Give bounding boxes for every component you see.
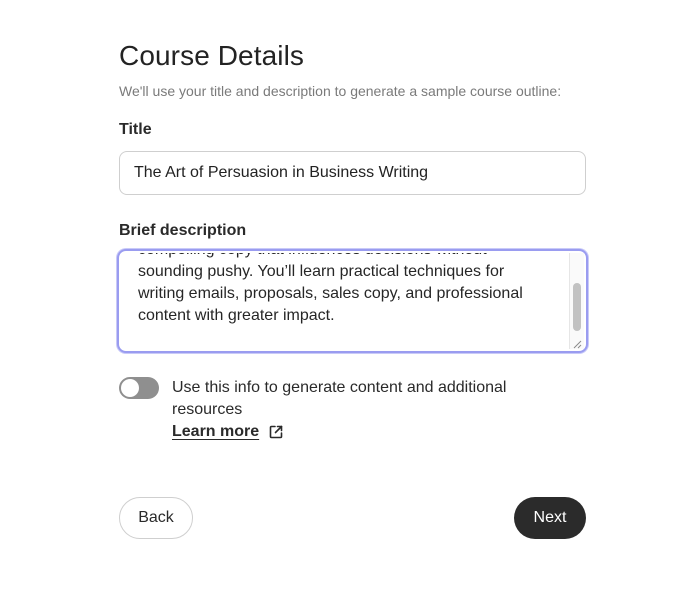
page-title: Course Details <box>119 40 305 71</box>
learn-more-label: Learn more <box>172 423 260 440</box>
page-subtitle: We'll use your title and description to … <box>119 83 562 99</box>
title-input[interactable] <box>119 151 586 195</box>
next-button[interactable]: Next <box>514 497 586 539</box>
description-line: content with greater impact. <box>138 307 335 324</box>
description-textarea[interactable]: compelling copy that influences decision… <box>117 249 588 353</box>
description-label: Brief description <box>119 222 247 239</box>
description-text: compelling copy that influences decision… <box>138 253 558 327</box>
description-line: sounding pushy. You’ll learn practical t… <box>138 263 505 280</box>
description-viewport: compelling copy that influences decision… <box>121 253 570 349</box>
generate-content-toggle[interactable] <box>119 377 159 399</box>
learn-more-link[interactable]: Learn more <box>172 423 284 441</box>
description-scroll-thumb[interactable] <box>573 283 581 331</box>
description-line: writing emails, proposals, sales copy, a… <box>138 285 523 302</box>
title-label: Title <box>119 121 152 138</box>
course-details-page: Course Details We'll use your title and … <box>0 0 691 597</box>
toggle-label: Use this info to generate content and ad… <box>172 379 507 418</box>
external-link-icon <box>269 425 283 439</box>
toggle-knob <box>121 379 139 397</box>
description-scrollbar[interactable] <box>569 253 584 349</box>
resize-grip-icon[interactable] <box>572 339 582 349</box>
back-button[interactable]: Back <box>119 497 193 539</box>
description-line: compelling copy that influences decision… <box>138 253 558 261</box>
